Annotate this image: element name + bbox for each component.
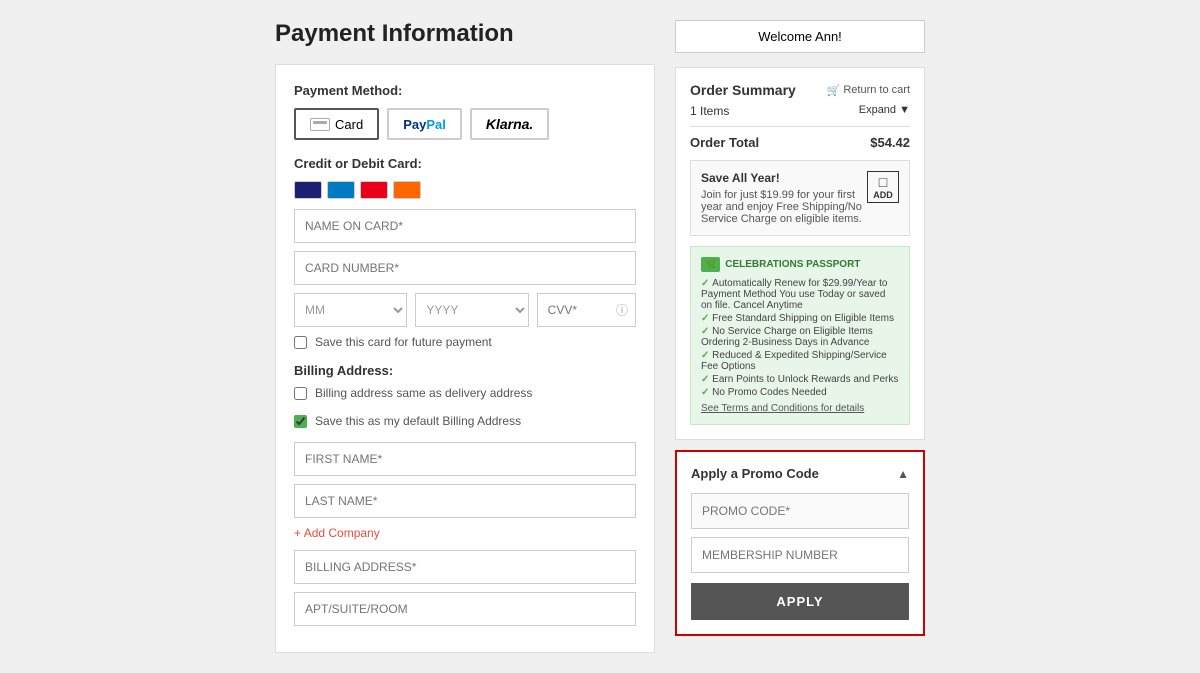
order-summary-panel: Order Summary 🛒 Return to cart 1 Items E… bbox=[675, 67, 925, 440]
billing-label: Billing Address: bbox=[294, 363, 636, 378]
last-name-input[interactable] bbox=[294, 484, 636, 518]
card-label: Card bbox=[335, 117, 363, 132]
klarna-logo: Klarna. bbox=[486, 116, 533, 132]
payment-method-label: Payment Method: bbox=[294, 83, 636, 98]
discover-icon bbox=[393, 181, 421, 199]
membership-number-input[interactable] bbox=[691, 537, 909, 573]
welcome-button[interactable]: Welcome Ann! bbox=[675, 20, 925, 53]
payment-methods: Card PayPal Klarna. bbox=[294, 108, 636, 140]
first-name-input[interactable] bbox=[294, 442, 636, 476]
passport-feature-6: No Promo Codes Needed bbox=[701, 387, 899, 398]
default-billing-label: Save this as my default Billing Address bbox=[315, 414, 521, 428]
save-title: Save All Year! bbox=[701, 171, 867, 185]
card-icon bbox=[310, 118, 330, 131]
passport-feature-3: No Service Charge on Eligible Items Orde… bbox=[701, 326, 899, 348]
save-card-checkbox[interactable] bbox=[294, 336, 307, 349]
items-row: 1 Items Expand ▼ bbox=[690, 104, 910, 118]
add-button[interactable]: □ ADD bbox=[867, 171, 899, 203]
passport-features: Automatically Renew for $29.99/Year to P… bbox=[701, 278, 899, 398]
same-address-row: Billing address same as delivery address bbox=[294, 386, 636, 400]
total-row: Order Total $54.42 bbox=[690, 135, 910, 150]
month-select[interactable]: MM bbox=[294, 293, 407, 327]
default-billing-checkbox[interactable] bbox=[294, 415, 307, 428]
promo-title: Apply a Promo Code bbox=[691, 466, 819, 481]
items-count: 1 Items bbox=[690, 104, 729, 118]
passport-feature-5: Earn Points to Unlock Rewards and Perks bbox=[701, 374, 899, 385]
card-brands bbox=[294, 181, 636, 199]
default-billing-row: Save this as my default Billing Address bbox=[294, 414, 636, 428]
promo-code-input[interactable] bbox=[691, 493, 909, 529]
paypal-payment-button[interactable]: PayPal bbox=[387, 108, 462, 140]
passport-feature-4: Reduced & Expedited Shipping/Service Fee… bbox=[701, 350, 899, 372]
expand-link[interactable]: Expand ▼ bbox=[859, 104, 910, 118]
summary-header: Order Summary 🛒 Return to cart bbox=[690, 82, 910, 98]
card-payment-button[interactable]: Card bbox=[294, 108, 379, 140]
save-card-label: Save this card for future payment bbox=[315, 335, 492, 349]
same-address-checkbox[interactable] bbox=[294, 387, 307, 400]
return-to-cart-link[interactable]: 🛒 Return to cart bbox=[827, 84, 910, 97]
same-address-label: Billing address same as delivery address bbox=[315, 386, 532, 400]
save-description: Join for just $19.99 for your first year… bbox=[701, 189, 867, 225]
cvv-info-icon[interactable]: ⓘ bbox=[616, 302, 628, 319]
save-card-row: Save this card for future payment bbox=[294, 335, 636, 349]
card-type-label: Credit or Debit Card: bbox=[294, 156, 636, 171]
expiry-cvv-row: MM YYYY ⓘ bbox=[294, 293, 636, 327]
mastercard-icon bbox=[360, 181, 388, 199]
card-number-input[interactable] bbox=[294, 251, 636, 285]
passport-header: 🌿 CELEBRATIONS PASSPORT bbox=[701, 257, 899, 272]
add-icon: □ bbox=[879, 174, 887, 190]
summary-title: Order Summary bbox=[690, 82, 796, 98]
add-company-link[interactable]: Add Company bbox=[294, 526, 636, 540]
klarna-payment-button[interactable]: Klarna. bbox=[470, 108, 549, 140]
year-select[interactable]: YYYY bbox=[415, 293, 528, 327]
passport-logo: 🌿 bbox=[701, 257, 720, 272]
promo-header: Apply a Promo Code ▲ bbox=[691, 466, 909, 481]
total-label: Order Total bbox=[690, 135, 759, 150]
passport-box: 🌿 CELEBRATIONS PASSPORT Automatically Re… bbox=[690, 246, 910, 425]
save-box-header: Save All Year! Join for just $19.99 for … bbox=[701, 171, 899, 225]
name-on-card-input[interactable] bbox=[294, 209, 636, 243]
apt-input[interactable] bbox=[294, 592, 636, 626]
page-title: Payment Information bbox=[275, 20, 655, 48]
paypal-logo: PayPal bbox=[403, 117, 446, 132]
terms-link[interactable]: See Terms and Conditions for details bbox=[701, 403, 899, 414]
passport-feature-2: Free Standard Shipping on Eligible Items bbox=[701, 313, 899, 324]
cart-icon: 🛒 bbox=[827, 84, 841, 97]
cvv-wrap: ⓘ bbox=[537, 293, 636, 327]
passport-label: CELEBRATIONS PASSPORT bbox=[725, 259, 860, 270]
total-value: $54.42 bbox=[870, 135, 910, 150]
add-label: ADD bbox=[873, 190, 893, 200]
billing-section: Billing Address: Billing address same as… bbox=[294, 363, 636, 428]
billing-address-input[interactable] bbox=[294, 550, 636, 584]
apply-button[interactable]: APPLY bbox=[691, 583, 909, 620]
promo-panel: Apply a Promo Code ▲ APPLY bbox=[675, 450, 925, 636]
promo-chevron-icon[interactable]: ▲ bbox=[897, 467, 909, 481]
visa-icon bbox=[294, 181, 322, 199]
save-box: Save All Year! Join for just $19.99 for … bbox=[690, 160, 910, 236]
passport-feature-1: Automatically Renew for $29.99/Year to P… bbox=[701, 278, 899, 311]
amex-icon bbox=[327, 181, 355, 199]
payment-panel: Payment Method: Card PayPal Klarna. Cred… bbox=[275, 64, 655, 653]
save-box-content: Save All Year! Join for just $19.99 for … bbox=[701, 171, 867, 225]
